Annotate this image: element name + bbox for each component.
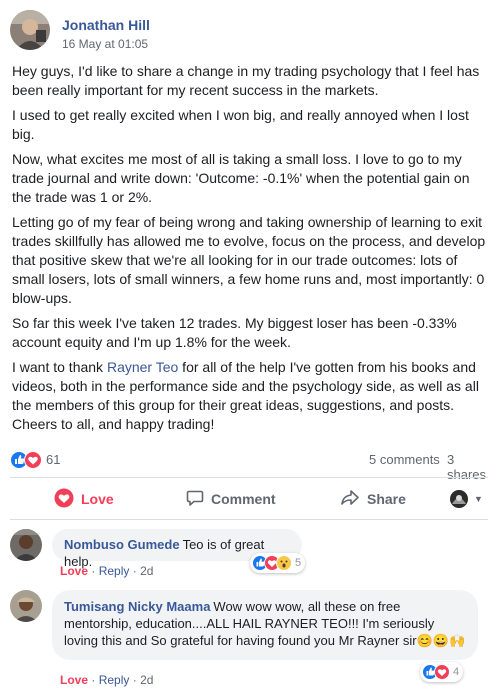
share-button[interactable]: Share	[340, 484, 406, 514]
comment-reaction-count: 4	[453, 666, 460, 678]
text-segment: I want to thank	[12, 359, 107, 375]
commenter-avatar[interactable]	[10, 590, 42, 622]
love-button[interactable]: Love	[54, 484, 114, 514]
mention-link[interactable]: Rayner Teo	[107, 359, 178, 375]
author-name[interactable]: Jonathan Hill	[62, 17, 150, 33]
separator: ·	[91, 564, 99, 578]
post-body: Hey guys, I'd like to share a change in …	[12, 62, 488, 440]
author-avatar[interactable]	[10, 10, 50, 50]
post-paragraph: Letting go of my fear of being wrong and…	[12, 214, 486, 306]
post-stats: 61 5 comments 3 shares	[10, 450, 490, 482]
post-paragraph: I used to get really excited when I won …	[12, 107, 469, 142]
emoji-text: 😊😀🙌	[416, 633, 466, 648]
separator: ·	[91, 673, 99, 687]
divider	[10, 519, 488, 520]
comment-love-link[interactable]: Love	[60, 564, 88, 578]
share-icon	[340, 489, 360, 510]
heart-icon	[54, 488, 74, 511]
reaction-count[interactable]: 61	[46, 452, 60, 467]
reaction-icons	[252, 555, 292, 571]
comment-reactions[interactable]: 5	[250, 553, 306, 573]
post-header: Jonathan Hill 16 May at 01:05	[10, 10, 490, 54]
comment-time[interactable]: 2d	[140, 564, 153, 578]
comment-reactions[interactable]: 4	[420, 662, 464, 682]
comment-label: Comment	[211, 491, 276, 507]
post-paragraph: I want to thank Rayner Teo for all of th…	[12, 358, 488, 434]
divider	[10, 477, 488, 478]
comment-reply-link[interactable]: Reply	[99, 673, 130, 687]
comment-meta: Love · Reply · 2d	[60, 564, 153, 578]
reaction-icons[interactable]	[10, 451, 44, 469]
separator: ·	[132, 673, 141, 687]
separator: ·	[132, 564, 141, 578]
comment-icon	[186, 489, 204, 510]
post-paragraph: Hey guys, I'd like to share a change in …	[12, 63, 480, 98]
post-paragraph: So far this week I've taken 12 trades. M…	[12, 315, 457, 350]
commenter-avatar[interactable]	[10, 529, 42, 561]
post-timestamp[interactable]: 16 May at 01:05	[62, 37, 148, 51]
comment-bubble: Tumisang Nicky Maama Wow wow wow, all the…	[52, 590, 478, 660]
comment-reaction-count: 5	[295, 557, 302, 569]
comment-button[interactable]: Comment	[186, 484, 276, 514]
post-actions: Love Comment Share ▼	[10, 484, 488, 514]
reaction-icons	[422, 664, 450, 680]
commenter-name[interactable]: Nombuso Gumede	[64, 537, 180, 552]
comment-meta: Love · Reply · 2d	[60, 673, 153, 687]
comment-time[interactable]: 2d	[140, 673, 153, 687]
comment-item: Tumisang Nicky Maama Wow wow wow, all the…	[10, 590, 490, 690]
commenter-name[interactable]: Tumisang Nicky Maama	[64, 599, 210, 614]
love-label: Love	[81, 491, 114, 507]
comment-count[interactable]: 5 comments	[369, 452, 440, 467]
viewer-avatar	[450, 490, 468, 508]
comment-reply-link[interactable]: Reply	[99, 564, 130, 578]
share-label: Share	[367, 491, 406, 507]
post-as-selector[interactable]: ▼	[450, 484, 483, 514]
post-paragraph: Now, what excites me most of all is taki…	[12, 151, 470, 205]
chevron-down-icon: ▼	[474, 494, 483, 504]
comment-item: Nombuso Gumede Teo is of great help. 5 Lo…	[10, 529, 490, 581]
comment-love-link[interactable]: Love	[60, 673, 88, 687]
